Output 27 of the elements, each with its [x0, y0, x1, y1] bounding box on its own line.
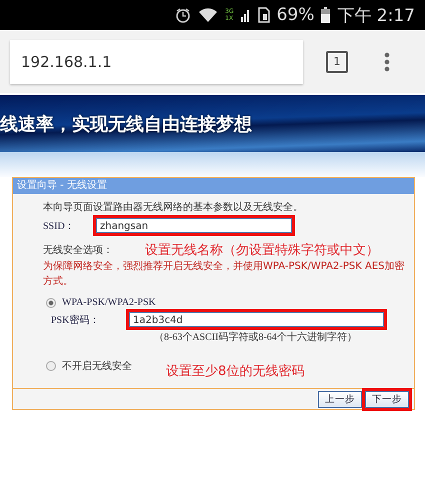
menu-icon[interactable] — [384, 52, 390, 72]
option-label: 不开启无线安全 — [62, 360, 132, 373]
radio-button[interactable] — [46, 298, 56, 308]
signal-icon — [240, 8, 251, 22]
psk-hint: （8-63个ASCII码字符或8-64个十六进制字符） — [153, 330, 358, 344]
alarm-icon — [175, 7, 192, 23]
annotation-note: 设置无线名称（勿设置特殊字符或中文） — [145, 242, 379, 259]
ssid-label: SSID： — [43, 220, 76, 232]
warning-text: 为保障网络安全，强烈推荐开启无线安全，并使用WPA-PSK/WPA2-PSK AES加密方式。 — [42, 260, 406, 289]
wifi-icon — [198, 7, 218, 23]
clock: 下午 2:17 — [337, 4, 415, 26]
psk-label: PSK密码： — [51, 314, 100, 326]
psk-field[interactable]: 1a2b3c4d — [129, 312, 384, 327]
ssid-field[interactable]: zhangsan — [96, 218, 292, 233]
radio-button[interactable] — [46, 361, 56, 371]
wizard-button[interactable]: 上一步 — [318, 390, 362, 408]
battery-icon — [321, 7, 330, 23]
banner-slogan: 线速率，实现无线自由连接梦想 — [0, 112, 252, 136]
tab-count-button[interactable]: 1 — [326, 50, 348, 72]
panel-title: 设置向导 - 无线设置 — [13, 178, 414, 194]
annotation-note: 设置至少8位的无线密码 — [166, 363, 304, 380]
option-label: WPA-PSK/WPA2-PSK — [62, 297, 156, 308]
sim-card-icon — [258, 7, 270, 23]
battery-percent: 69% — [276, 5, 314, 25]
intro-text: 本向导页面设置路由器无线网络的基本参数以及无线安全。 — [42, 200, 304, 215]
security-label: 无线安全选项： — [43, 244, 113, 257]
address-bar[interactable]: 192.168.1.1 — [10, 40, 303, 84]
